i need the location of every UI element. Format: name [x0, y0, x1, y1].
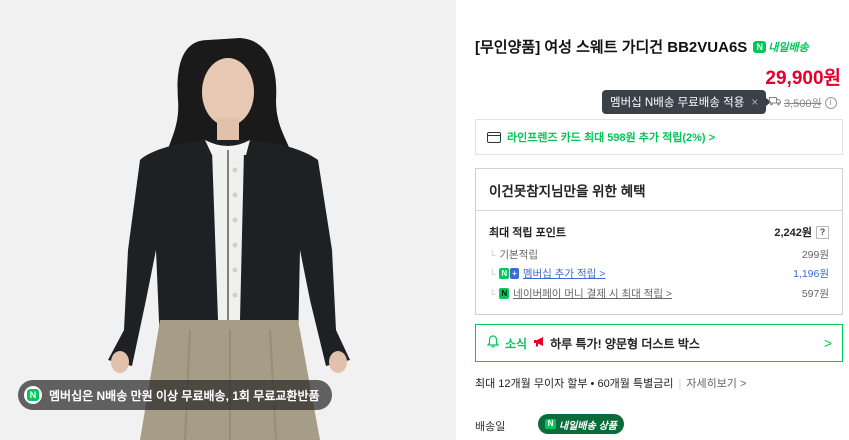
plus-icon: + [510, 268, 519, 279]
npay-points-value: 597원 [801, 288, 829, 300]
help-icon[interactable]: ? [816, 225, 829, 239]
basic-points-value: 299원 [801, 249, 829, 261]
delivery-label: 배송일 [475, 421, 506, 433]
megaphone-icon [533, 336, 546, 350]
product-title: [무인양품] 여성 스웨트 가디건 BB2VUA6S [475, 39, 748, 56]
product-photo-illustration [0, 0, 456, 440]
indent-icon: └ [489, 268, 496, 279]
title-row: [무인양품] 여성 스웨트 가디건 BB2VUA6S N 내일배송 [475, 36, 845, 57]
truck-icon [769, 97, 781, 109]
naver-n-icon: N [545, 419, 556, 429]
naver-pay-icon: N [499, 288, 510, 299]
max-points-row: 최대 적립 포인트 2,242원 ? [489, 224, 829, 240]
divider: | [678, 378, 682, 390]
npay-points-link[interactable]: 네이버페이 머니 결제 시 최대 적립 > [513, 286, 672, 301]
max-points-value: 2,242원 [774, 227, 812, 239]
delivery-date-row: 배송일 N 내일배송 상품 [475, 414, 624, 434]
chevron-right-icon: > [823, 335, 832, 351]
tooltip-close-icon[interactable]: × [751, 95, 758, 109]
benefit-row-npay[interactable]: └ N 네이버페이 머니 결제 시 최대 적립 > 597원 [489, 286, 829, 301]
shipping-fee-value: 3,500원 [784, 98, 822, 110]
news-tag: 소식 [505, 336, 528, 351]
card-promo-text: 라인프렌즈 카드 최대 598원 추가 적립(2%) > [507, 132, 716, 144]
benefit-row-membership[interactable]: └ N + 멤버십 추가 적립 > 1,196원 [489, 266, 829, 281]
bell-icon [486, 335, 500, 351]
news-text: 하루 특가! 양문형 더스트 박스 [550, 336, 700, 351]
membership-shipping-text: 멤버십은 N배송 만원 이상 무료배송, 1회 무료교환반품 [49, 388, 320, 403]
card-promo-banner[interactable]: 라인프렌즈 카드 최대 598원 추가 적립(2%) > [475, 119, 843, 155]
membership-points-link[interactable]: 멤버십 추가 적립 > [523, 266, 606, 281]
tooltip-text: 멤버십 N배송 무료배송 적용 [610, 97, 745, 109]
benefit-row-basic: └ 기본적립 299원 [489, 247, 829, 262]
membership-shipping-badge: N 멤버십은 N배송 만원 이상 무료배송, 1회 무료교환반품 [18, 380, 332, 410]
naver-n-icon: N [753, 40, 767, 53]
product-price: 29,900원 [765, 68, 841, 89]
product-info-panel: [무인양품] 여성 스웨트 가디건 BB2VUA6S N 내일배송 29,900… [475, 0, 845, 440]
indent-icon: └ [489, 288, 496, 299]
credit-card-icon [487, 131, 501, 143]
installment-more-link[interactable]: 자세히보기 > [686, 378, 746, 390]
nextday-delivery-chip: N 내일배송 상품 [538, 414, 624, 434]
benefit-heading: 이건못참지님만을 위한 혜택 [476, 169, 842, 211]
nextday-delivery-badge: N 내일배송 [753, 39, 809, 55]
basic-points-label: 기본적립 [499, 249, 539, 261]
nextday-chip-label: 내일배송 상품 [559, 420, 617, 432]
membership-shipping-tooltip: 멤버십 N배송 무료배송 적용 × [602, 90, 772, 114]
indent-icon: └ [489, 249, 496, 260]
nextday-badge-label: 내일배송 [768, 41, 809, 54]
product-image[interactable]: N 멤버십은 N배송 만원 이상 무료배송, 1회 무료교환반품 [0, 0, 456, 440]
news-notice-banner[interactable]: 소식 하루 특가! 양문형 더스트 박스 > [475, 324, 843, 362]
info-icon[interactable]: i [824, 97, 837, 109]
membership-points-value: 1,196원 [793, 268, 829, 280]
installment-info: 최대 12개월 무이자 할부 • 60개월 특별금리 | 자세히보기 > [475, 375, 746, 391]
naver-membership-icon: N [24, 386, 42, 404]
benefit-box: 이건못참지님만을 위한 혜택 최대 적립 포인트 2,242원 ? └ 기본적립 … [475, 168, 843, 315]
max-points-label: 최대 적립 포인트 [489, 227, 566, 239]
naver-n-icon: N [499, 268, 510, 279]
shipping-fee: 3,500원 i [769, 95, 837, 111]
installment-text: 최대 12개월 무이자 할부 • 60개월 특별금리 [475, 378, 674, 390]
